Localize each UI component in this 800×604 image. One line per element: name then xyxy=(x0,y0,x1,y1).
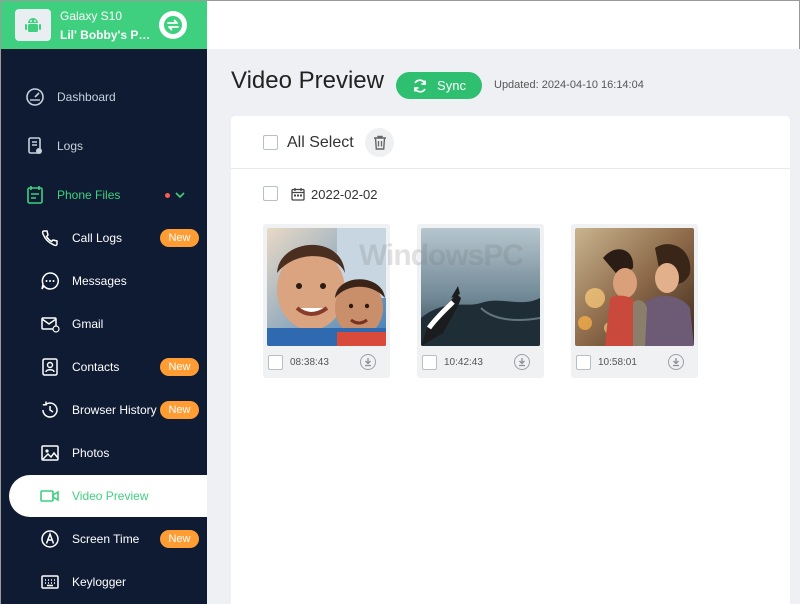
calendar-icon xyxy=(291,187,305,206)
phone-files-icon xyxy=(24,184,46,206)
sidebar-item-label: Browser History xyxy=(72,403,157,417)
sidebar-item-dashboard[interactable]: Dashboard xyxy=(1,76,207,118)
sidebar-item-label: Messages xyxy=(72,274,127,288)
notification-dot xyxy=(165,193,170,198)
logs-icon xyxy=(24,135,46,157)
mail-icon xyxy=(39,313,61,335)
video-time: 10:58:01 xyxy=(598,357,637,368)
sidebar-item-label: Photos xyxy=(72,446,110,460)
keyboard-icon xyxy=(39,571,61,593)
sidebar-item-label: Screen Time xyxy=(72,532,140,546)
date-group-label: 2022-02-02 xyxy=(311,187,378,202)
card-toolbar: All Select xyxy=(231,116,790,169)
sidebar-item-label: Keylogger xyxy=(72,575,127,589)
download-button[interactable] xyxy=(668,354,684,370)
sync-label: Sync xyxy=(437,78,466,93)
switch-device-button[interactable] xyxy=(159,11,187,39)
sidebar-item-label: Contacts xyxy=(72,360,120,374)
chevron-down-icon xyxy=(174,188,186,206)
sync-button[interactable]: Sync xyxy=(396,72,482,99)
sync-icon xyxy=(414,78,426,93)
sidebar-item-label: Gmail xyxy=(72,317,104,331)
download-icon xyxy=(365,358,371,367)
download-icon xyxy=(673,358,679,367)
device-header: Galaxy S10 Lil' Bobby's Pho... xyxy=(1,1,207,49)
video-time: 08:38:43 xyxy=(290,357,329,368)
video-time: 10:42:43 xyxy=(444,357,483,368)
page-title: Video Preview xyxy=(231,67,384,94)
contacts-icon xyxy=(39,356,61,378)
android-icon xyxy=(15,9,51,41)
new-badge: New xyxy=(160,229,199,247)
switch-arrows-icon xyxy=(164,16,182,34)
phone-icon xyxy=(39,227,61,249)
delete-button[interactable] xyxy=(365,128,394,157)
sidebar-item-screen-time[interactable]: Screen Time New xyxy=(1,518,207,560)
sidebar-item-keylogger[interactable]: Keylogger xyxy=(1,561,207,603)
sidebar: Galaxy S10 Lil' Bobby's Pho... Dashboard… xyxy=(1,1,207,604)
sidebar-item-logs[interactable]: Logs xyxy=(1,125,207,167)
sidebar-item-messages[interactable]: Messages xyxy=(1,260,207,302)
new-badge: New xyxy=(160,530,199,548)
sidebar-item-contacts[interactable]: Contacts New xyxy=(1,346,207,388)
download-button[interactable] xyxy=(514,354,530,370)
watermark: WindowsPC xyxy=(359,239,524,272)
download-icon xyxy=(519,358,525,367)
sidebar-item-label: Dashboard xyxy=(57,90,116,104)
date-group-checkbox[interactable] xyxy=(263,186,278,201)
video-checkbox[interactable] xyxy=(576,355,591,370)
device-owner: Lil' Bobby's Pho... xyxy=(60,28,152,42)
last-updated-text: Updated: 2024-04-10 16:14:04 xyxy=(494,79,644,91)
sidebar-item-label: Video Preview xyxy=(72,489,149,503)
photo-icon xyxy=(39,442,61,464)
sidebar-item-label: Call Logs xyxy=(72,231,123,245)
video-list-card: All Select 2022-02-02 08:38:43 10:42:43 … xyxy=(231,116,790,604)
video-thumbnail[interactable] xyxy=(575,228,694,346)
all-select-checkbox[interactable] xyxy=(263,135,278,150)
new-badge: New xyxy=(160,401,199,419)
sidebar-item-label: Logs xyxy=(57,139,84,153)
new-badge: New xyxy=(160,358,199,376)
sidebar-item-phone-files[interactable]: Phone Files xyxy=(1,174,207,216)
sidebar-item-gmail[interactable]: Gmail xyxy=(1,303,207,345)
chat-icon xyxy=(39,270,61,292)
history-icon xyxy=(39,399,61,421)
sidebar-item-label: Phone Files xyxy=(57,188,121,202)
device-name: Galaxy S10 xyxy=(60,9,123,23)
sidebar-item-browser-history[interactable]: Browser History New xyxy=(1,389,207,431)
screen-time-icon xyxy=(39,528,61,550)
speedometer-icon xyxy=(24,86,46,108)
video-checkbox[interactable] xyxy=(422,355,437,370)
sidebar-item-photos[interactable]: Photos xyxy=(1,432,207,474)
sidebar-item-call-logs[interactable]: Call Logs New xyxy=(1,217,207,259)
video-icon xyxy=(39,485,61,507)
all-select-label[interactable]: All Select xyxy=(287,134,354,152)
trash-icon xyxy=(373,135,386,150)
video-checkbox[interactable] xyxy=(268,355,283,370)
sidebar-item-video-preview[interactable]: Video Preview xyxy=(9,475,207,517)
video-item: 10:58:01 xyxy=(571,224,698,378)
download-button[interactable] xyxy=(360,354,376,370)
